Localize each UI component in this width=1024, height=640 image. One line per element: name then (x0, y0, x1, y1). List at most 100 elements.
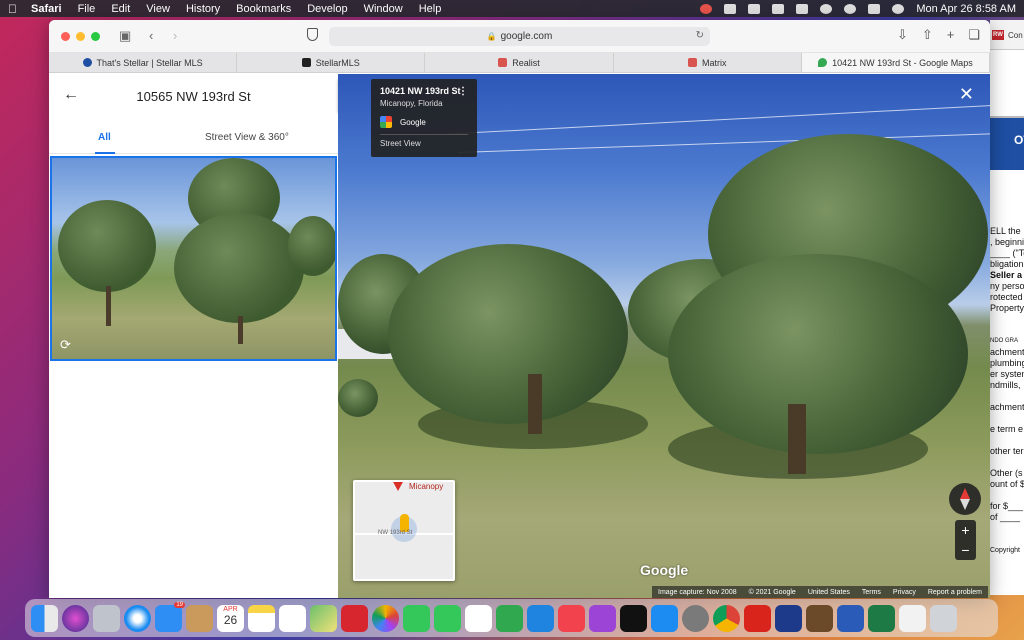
zoom-out-button[interactable]: − (955, 540, 976, 560)
privacy-shield-icon[interactable] (307, 28, 318, 41)
back-button[interactable]: ‹ (149, 28, 153, 43)
safari-window: ▣ ‹ › 🔒 google.com ↻ ⇩ ⇧ + ❏ That's Stel… (49, 20, 990, 598)
info-divider (380, 134, 468, 135)
sidebar-toggle-icon[interactable]: ▣ (119, 28, 131, 44)
close-icon[interactable]: ✕ (959, 85, 974, 103)
facetime-icon[interactable] (434, 604, 461, 632)
spotlight-icon[interactable] (844, 3, 857, 14)
maps-icon[interactable] (310, 604, 337, 632)
privacy-link[interactable]: Privacy (893, 589, 916, 596)
bg-banner: OT (990, 118, 1024, 170)
messages-icon[interactable] (403, 604, 430, 632)
news-icon[interactable] (558, 604, 585, 632)
finder-icon[interactable] (31, 604, 58, 632)
excel-icon[interactable] (868, 604, 895, 632)
system-preferences-icon[interactable] (682, 604, 709, 632)
tab-label: That's Stellar | Stellar MLS (96, 57, 203, 68)
terms-link[interactable]: Terms (862, 589, 881, 596)
photo-booth-icon[interactable] (341, 604, 368, 632)
numbers-icon[interactable] (496, 604, 523, 632)
tab-realist[interactable]: Realist (425, 53, 614, 72)
mini-map[interactable]: Micanopy NW 193rd St (353, 480, 455, 581)
doc-line: other ter (990, 446, 1024, 456)
doc-line: er system (990, 369, 1024, 379)
menu-window[interactable]: Window (364, 3, 403, 15)
amazon-music-icon[interactable] (775, 604, 802, 632)
menu-history[interactable]: History (186, 3, 220, 15)
close-window-button[interactable] (61, 32, 70, 41)
calendar-icon[interactable]: APR 26 (217, 604, 244, 632)
address-bar[interactable]: 🔒 google.com ↻ (329, 27, 710, 46)
more-options-icon[interactable]: ⋮ (458, 86, 468, 97)
tab-google-maps[interactable]: 10421 NW 193rd St - Google Maps (801, 53, 990, 72)
apple-menu-icon[interactable]:  (8, 2, 17, 16)
tab-street-view-360[interactable]: Street View & 360° (205, 132, 289, 143)
contacts-icon[interactable] (186, 604, 213, 632)
freeform-icon[interactable] (465, 604, 492, 632)
tab-stellar-mls[interactable]: That's Stellar | Stellar MLS (49, 53, 238, 72)
doc-line: rotected (990, 292, 1023, 302)
control-center-icon[interactable] (868, 3, 881, 14)
photos-icon[interactable] (372, 604, 399, 632)
report-problem-link[interactable]: Report a problem (928, 589, 982, 596)
new-tab-icon[interactable]: + (947, 27, 955, 43)
trash-icon[interactable] (930, 604, 957, 632)
tab-matrix[interactable]: Matrix (614, 53, 802, 72)
tab-overview-icon[interactable]: ❏ (968, 27, 980, 43)
notes-icon[interactable] (248, 604, 275, 632)
tab-all[interactable]: All (98, 132, 111, 143)
podcasts-icon[interactable] (589, 604, 616, 632)
doc-line: e term e (990, 424, 1024, 434)
reload-icon[interactable]: ↻ (696, 30, 704, 41)
menu-view[interactable]: View (146, 3, 170, 15)
menu-help[interactable]: Help (419, 3, 442, 15)
apple-tv-icon[interactable] (620, 604, 647, 632)
menu-develop[interactable]: Develop (307, 3, 347, 15)
acrobat-icon[interactable] (744, 604, 771, 632)
user-icon[interactable] (820, 3, 833, 14)
battery-icon[interactable] (796, 3, 809, 14)
zoom-in-button[interactable]: + (955, 520, 976, 540)
background-document-window[interactable]: RW Con OT ELL the , beginni ____ ("Te bl… (990, 20, 1024, 595)
app-store-icon[interactable] (651, 604, 678, 632)
malwarebytes-icon[interactable] (724, 3, 737, 14)
cheetah-app-icon[interactable] (806, 604, 833, 632)
doc-line: ount of $ (990, 479, 1024, 489)
tab-stellarmls[interactable]: StellarMLS (237, 53, 426, 72)
bluetooth-icon[interactable] (748, 3, 761, 14)
compass-icon[interactable] (949, 483, 981, 515)
reminders-icon[interactable] (279, 604, 306, 632)
downloads-icon[interactable]: ⇩ (897, 27, 908, 43)
share-icon[interactable]: ⇧ (922, 27, 933, 43)
bg-document-text: ELL the , beginni ____ ("Te bligation Se… (990, 226, 1024, 556)
menu-clock[interactable]: Mon Apr 26 8:58 AM (916, 3, 1016, 15)
safari-icon[interactable] (124, 604, 151, 632)
zoom-window-button[interactable] (91, 32, 100, 41)
siri-menu-icon[interactable] (892, 3, 905, 14)
wifi-icon[interactable] (772, 3, 785, 14)
region-link[interactable]: United States (808, 589, 850, 596)
word-icon[interactable] (837, 604, 864, 632)
menu-edit[interactable]: Edit (111, 3, 130, 15)
bg-window-toolbar: RW Con (990, 20, 1024, 50)
compass-south (960, 499, 970, 510)
menu-app-name[interactable]: Safari (31, 3, 62, 15)
street-view-thumbnail[interactable]: ⟳ (50, 156, 337, 361)
rotate-360-icon: ⟳ (60, 337, 71, 352)
chrome-icon[interactable] (713, 604, 740, 632)
street-view-canvas[interactable]: 10421 NW 193rd St Micanopy, Florida ⋮ Go… (338, 74, 990, 598)
menu-file[interactable]: File (78, 3, 96, 15)
doc-line: achment (990, 402, 1024, 412)
forward-button[interactable]: › (173, 28, 177, 43)
dock: 19 APR 26 (25, 599, 998, 637)
minimize-window-button[interactable] (76, 32, 85, 41)
menu-bookmarks[interactable]: Bookmarks (236, 3, 291, 15)
launchpad-icon[interactable] (93, 604, 120, 632)
keynote-icon[interactable] (527, 604, 554, 632)
mail-icon[interactable]: 19 (155, 601, 185, 632)
creative-cloud-icon[interactable] (700, 3, 713, 14)
preview-icon[interactable] (899, 604, 926, 632)
zoom-controls: + − (955, 520, 976, 560)
doc-line: NDO GRA (990, 338, 1019, 344)
siri-icon[interactable] (62, 604, 89, 632)
